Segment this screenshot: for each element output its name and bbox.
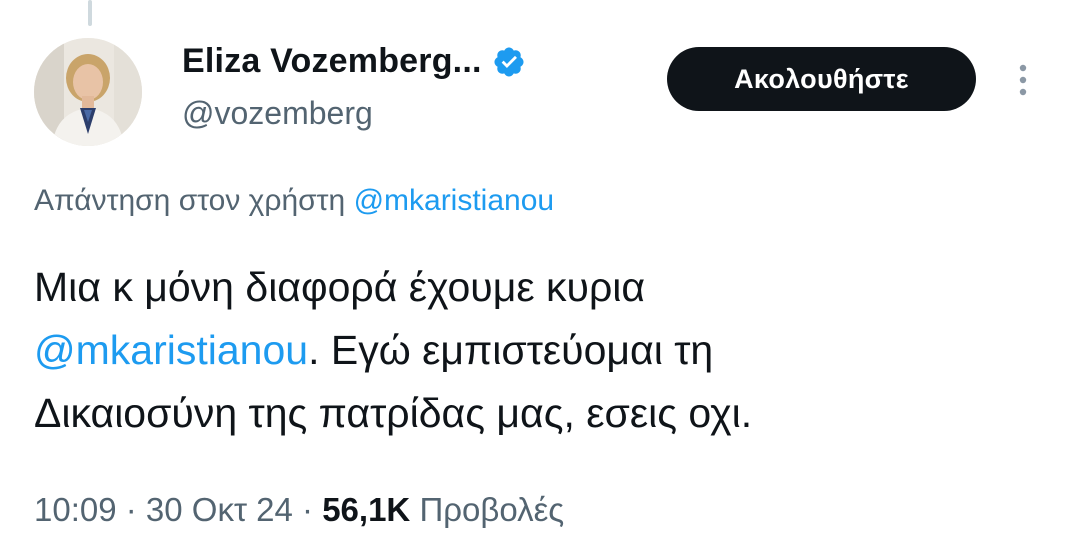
meta-separator-2: · (292, 491, 323, 528)
tweet-line-2: @mkaristianou. Εγώ εμπιστεύομαι τη (34, 319, 1044, 382)
tweet-line-2-text: . Εγώ εμπιστεύομαι τη (308, 327, 714, 373)
tweet-line-3: Δικαιοσύνη της πατρίδας μας, εσεις οχι. (34, 390, 753, 436)
tweet-mention-link[interactable]: @mkaristianou (34, 327, 308, 373)
reply-prefix: Απάντηση στον χρήστη (34, 184, 346, 217)
tweet-meta: 10:09 · 30 Οκτ 24 · 56,1K Προβολές (34, 491, 564, 529)
tweet-line-1: Μια κ μόνη διαφορά έχουμε κυρια (34, 264, 646, 310)
meta-separator: · (116, 491, 146, 528)
tweet-time[interactable]: 10:09 (34, 491, 117, 528)
tweet-text: Μια κ μόνη διαφορά έχουμε κυρια @mkarist… (34, 256, 1044, 445)
display-name[interactable]: Eliza Vozemberg... (182, 42, 482, 81)
views-label: Προβολές (419, 491, 565, 528)
reply-mention-link[interactable]: @mkaristianou (354, 184, 555, 217)
profile-photo (34, 38, 142, 146)
reply-context: Απάντηση στον χρήστη @mkaristianou (34, 184, 554, 218)
views-count: 56,1K (322, 491, 411, 528)
verified-badge-icon (492, 45, 526, 79)
tweet-date[interactable]: 30 Οκτ 24 (146, 491, 293, 528)
more-vertical-icon[interactable] (1011, 60, 1035, 100)
author-name-row[interactable]: Eliza Vozemberg... (182, 42, 526, 81)
avatar[interactable] (34, 38, 142, 146)
thread-connector-line (88, 0, 92, 26)
author-handle[interactable]: @vozemberg (182, 95, 373, 132)
follow-button[interactable]: Ακολουθήστε (667, 47, 976, 111)
